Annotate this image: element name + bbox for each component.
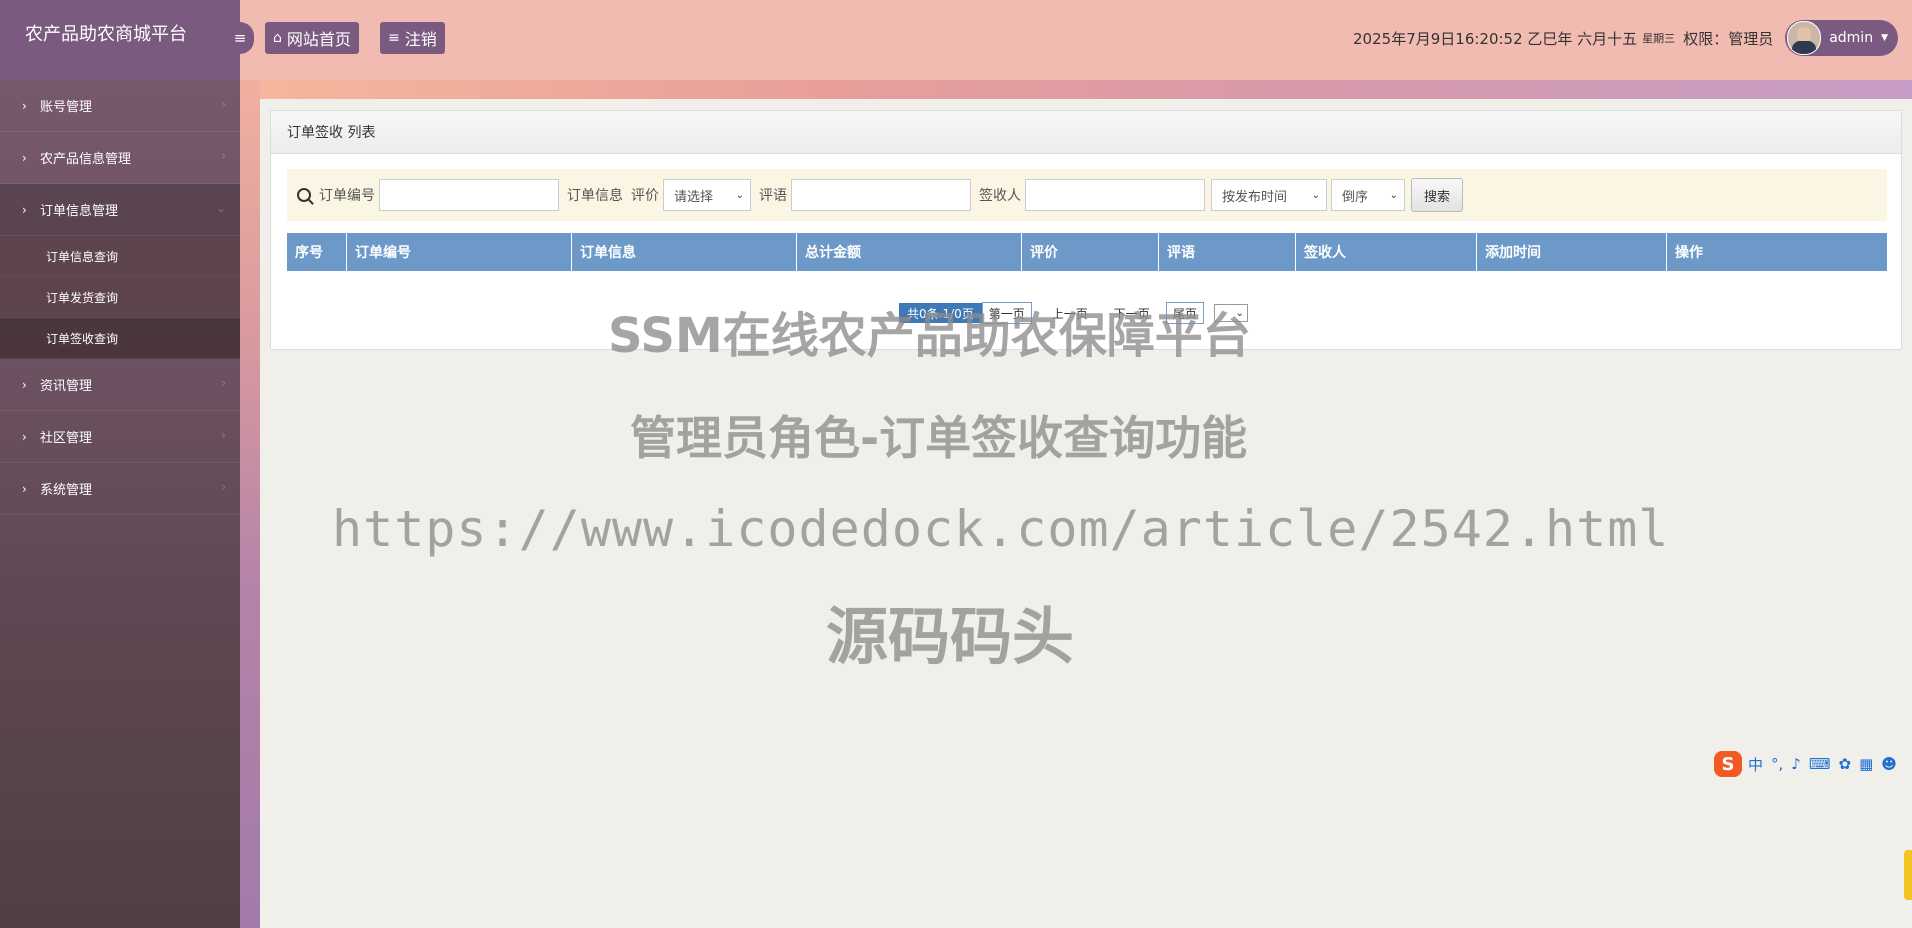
watermark-brand: 源码码头 [826,600,1075,673]
col-index[interactable]: 序号 [287,233,347,271]
sogou-logo-icon[interactable]: S [1714,751,1742,777]
chevron-right-icon: › [221,97,226,111]
chevron-down-icon: ⌄ [1311,189,1320,201]
sidebar-subitem-receipt-query[interactable]: 订单签收查询 [0,318,240,359]
username: admin [1829,30,1874,46]
search-icon [297,188,311,202]
ime-toolbar: S 中 °, ♪ ⌨ ✿ ▦ ☻ [1714,747,1912,781]
watermark-url: https://www.icodedock.com/article/2542.h… [332,500,1670,558]
chevron-right-icon: › [221,149,226,163]
sort-order-select[interactable]: 倒序 ⌄ [1331,179,1405,211]
chevron-right-icon: › [22,202,27,217]
caret-down-icon: ▼ [1881,33,1888,43]
orders-submenu: 订单信息查询 订单发货查询 订单签收查询 [0,236,240,359]
rating-select[interactable]: 请选择 ⌄ [663,179,751,211]
search-button[interactable]: 搜索 [1411,178,1464,212]
order-info-label: 订单信息 [567,188,623,204]
comment-input[interactable] [791,179,971,211]
col-rating[interactable]: 评价 [1022,233,1159,271]
skin-icon[interactable]: ✿ [1839,755,1852,773]
rating-label: 评价 [631,188,659,204]
sidebar-item-label: 农产品信息管理 [40,152,132,167]
watermark-subtitle: 管理员角色-订单签收查询功能 [630,411,1248,465]
keyboard-icon[interactable]: ⌨ [1809,755,1831,773]
sidebar-item-label: 账号管理 [40,100,93,115]
sidebar: 农产品助农商城平台 › 账号管理 › › 农产品信息管理 › › 订单信息管理 … [0,0,240,928]
chevron-right-icon: › [22,481,27,496]
search-bar: 订单编号 订单信息 评价 请选择 ⌄ 评语 签收人 按发布时间 ⌄ 倒序 ⌄ 搜… [287,169,1887,221]
punctuation-icon[interactable]: °, [1771,755,1783,773]
sidebar-item-label: 订单信息管理 [40,204,119,219]
chevron-right-icon: › [22,98,27,113]
user-menu[interactable]: admin ▼ [1785,20,1898,56]
home-button-label: 网站首页 [286,30,351,49]
chevron-right-icon: › [22,150,27,165]
mascot-icon[interactable]: ☻ [1881,755,1897,773]
logout-button[interactable]: ≡ 注销 [380,22,445,54]
sidebar-toggle-button[interactable]: ≡ [226,22,254,54]
sidebar-item-label: 资讯管理 [40,379,93,394]
chevron-down-icon: ⌄ [735,189,744,201]
logout-button-label: 注销 [404,30,437,49]
header-status: 2025年7月9日16:20:52 乙巳年 六月十五 星期三 权限：管理员 ad… [1353,19,1898,57]
signer-input[interactable] [1025,179,1205,211]
table-header: 序号 订单编号 订单信息 总计金额 评价 评语 签收人 添加时间 操作 [287,233,1887,271]
sidebar-item-community[interactable]: › 社区管理 › [0,411,240,463]
chevron-right-icon: › [221,376,226,390]
datetime-text: 2025年7月9日16:20:52 乙巳年 六月十五 [1353,29,1638,48]
col-order-no[interactable]: 订单编号 [347,233,572,271]
signer-label: 签收人 [979,188,1021,204]
list-icon: ≡ [388,30,400,46]
main-left-strip [240,80,260,928]
panel-title: 订单签收 列表 [271,111,1901,154]
role-text: 权限：管理员 [1683,29,1774,48]
col-actions: 操作 [1675,245,1703,261]
order-no-input[interactable] [379,179,559,211]
weekday-text: 星期三 [1642,32,1676,45]
chevron-right-icon: › [221,480,226,494]
sidebar-subitem-order-query[interactable]: 订单信息查询 [0,236,240,277]
ime-language-toggle[interactable]: 中 [1748,754,1763,775]
header-gradient-band [240,80,1912,99]
chevron-down-icon: ⌄ [215,201,226,215]
sort-field-value: 按发布时间 [1222,189,1288,205]
sidebar-item-orders[interactable]: › 订单信息管理 ⌄ [0,184,240,236]
sidebar-item-news[interactable]: › 资讯管理 › [0,359,240,411]
brand-title: 农产品助农商城平台 [0,0,240,80]
microphone-icon[interactable]: ♪ [1791,755,1801,773]
sidebar-item-accounts[interactable]: › 账号管理 › [0,80,240,132]
avatar [1787,21,1822,55]
col-created[interactable]: 添加时间 [1477,233,1667,271]
hamburger-icon: ≡ [233,29,247,47]
sidebar-item-label: 社区管理 [40,431,93,446]
chevron-right-icon: › [22,429,27,444]
sidebar-item-system[interactable]: › 系统管理 › [0,463,240,515]
sort-order-value: 倒序 [1342,189,1369,205]
col-order-info[interactable]: 订单信息 [572,233,797,271]
side-tab[interactable] [1904,850,1912,900]
col-signer[interactable]: 签收人 [1296,233,1477,271]
sidebar-subitem-shipping-query[interactable]: 订单发货查询 [0,277,240,318]
watermark-title: SSM在线农产品助农保障平台 [608,308,1251,364]
apps-grid-icon[interactable]: ▦ [1859,755,1873,773]
chevron-right-icon: › [22,377,27,392]
home-button[interactable]: ⌂ 网站首页 [265,22,359,54]
comment-label: 评语 [759,188,787,204]
sidebar-item-label: 系统管理 [40,483,93,498]
sort-field-select[interactable]: 按发布时间 ⌄ [1211,179,1327,211]
home-icon: ⌂ [273,30,282,46]
chevron-right-icon: › [221,428,226,442]
col-total[interactable]: 总计金额 [797,233,1022,271]
order-no-label: 订单编号 [319,188,375,204]
rating-select-value: 请选择 [674,189,714,205]
col-comment[interactable]: 评语 [1159,233,1296,271]
sidebar-item-products[interactable]: › 农产品信息管理 › [0,132,240,184]
chevron-down-icon: ⌄ [1389,189,1398,201]
